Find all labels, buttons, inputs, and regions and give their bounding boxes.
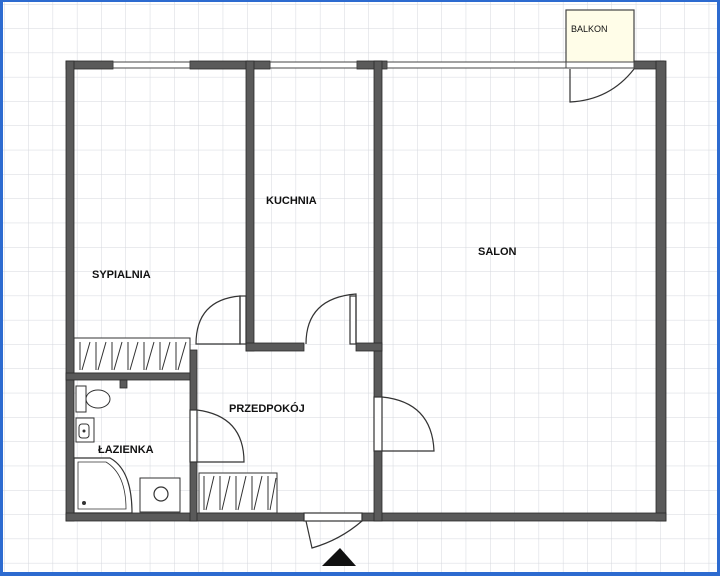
przedpokoj-label: PRZEDPOKÓJ: [229, 402, 305, 415]
wall-segment: [361, 512, 667, 522]
wall-segment: [65, 512, 305, 522]
window: [112, 61, 191, 69]
door-leaf: [239, 295, 247, 345]
wall-segment: [373, 450, 383, 522]
balcony: BALKON: [565, 9, 635, 65]
door-leaf: [373, 396, 383, 452]
lazienka-label: ŁAZIENKA: [98, 444, 154, 456]
window: [269, 61, 358, 69]
wall-segment: [355, 342, 383, 352]
sypialnia-label: SYPIALNIA: [92, 269, 151, 281]
balkon-label: BALKON: [571, 24, 608, 34]
window: [386, 61, 567, 69]
door-leaf: [303, 512, 363, 522]
wall-segment: [189, 60, 271, 70]
salon-label: SALON: [478, 246, 517, 258]
balcony-door-frame: [565, 61, 635, 69]
wall-segment: [655, 60, 667, 522]
floor-plan: BALKON KUCHNIA SALON SYPIALNIA PRZEDPOKÓ…: [3, 2, 717, 572]
wall-segment: [119, 379, 128, 389]
wall-segment: [356, 60, 388, 70]
wardrobe-icon: [198, 472, 278, 514]
kuchnia-label: KUCHNIA: [266, 195, 317, 207]
wardrobe-icon: [73, 337, 191, 374]
door-leaf: [189, 409, 198, 463]
wall-segment: [189, 349, 198, 411]
wall-segment: [189, 461, 198, 522]
washing-machine-icon: [139, 477, 181, 513]
wall-segment: [245, 60, 255, 352]
door-leaf: [349, 295, 357, 345]
wall-segment: [245, 342, 305, 352]
balcony-area: [565, 9, 635, 65]
wall-segment: [65, 60, 75, 522]
wall-segment: [65, 372, 197, 381]
sink-icon: [75, 417, 95, 443]
